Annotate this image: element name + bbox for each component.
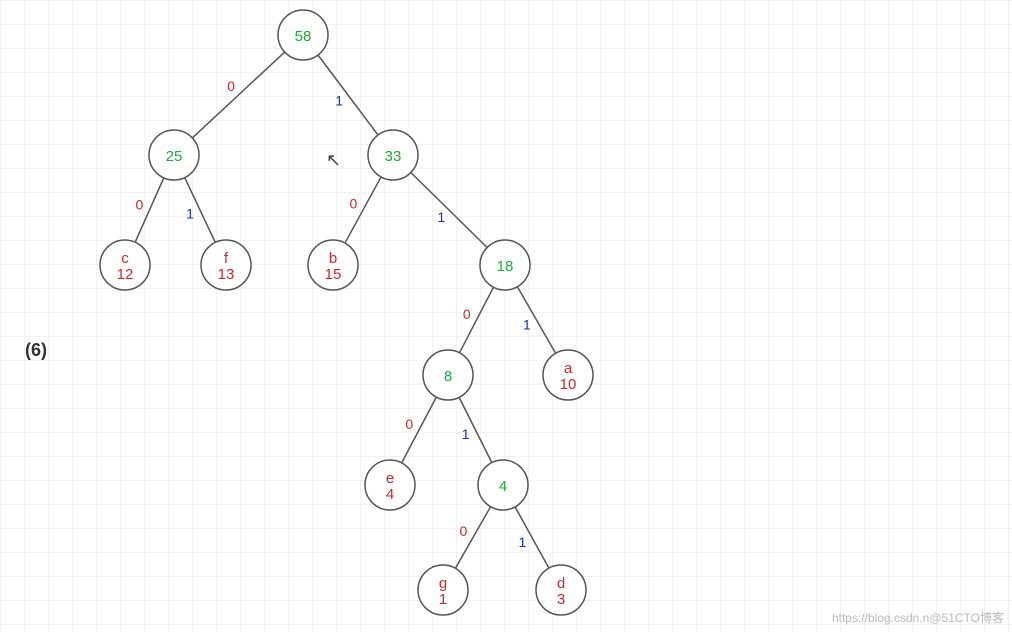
edge-label: 1: [518, 534, 526, 550]
edge-label: 0: [136, 197, 144, 213]
leaf-weight: 13: [218, 266, 235, 283]
leaf-weight: 3: [557, 591, 565, 608]
edge-label: 0: [463, 306, 471, 322]
leaf-weight: 15: [325, 266, 342, 283]
edge-label: 1: [437, 209, 445, 225]
leaf-label: d: [557, 575, 565, 592]
leaf-weight: 10: [560, 376, 577, 393]
edge-label: 0: [405, 416, 413, 432]
leaf-node: a10: [543, 350, 593, 400]
leaf-node: g1: [418, 565, 468, 615]
edge-label: 0: [460, 523, 468, 539]
internal-node: 4: [478, 460, 528, 510]
internal-node: 58: [278, 10, 328, 60]
leaf-weight: 4: [386, 486, 394, 503]
tree-edge: [192, 52, 284, 138]
leaf-weight: 1: [439, 591, 447, 608]
leaf-label: g: [439, 575, 447, 592]
internal-node: 25: [149, 130, 199, 180]
node-value: 33: [385, 148, 402, 165]
tree-edge: [318, 55, 378, 135]
leaf-label: b: [329, 250, 337, 267]
node-value: 58: [295, 28, 312, 45]
leaf-label: c: [121, 250, 129, 267]
leaf-label: a: [564, 360, 573, 377]
node-value: 8: [444, 368, 452, 385]
internal-node: 18: [480, 240, 530, 290]
leaf-node: c12: [100, 240, 150, 290]
edge-label: 1: [523, 316, 531, 332]
leaf-node: f13: [201, 240, 251, 290]
edge-label: 1: [335, 93, 343, 109]
leaf-node: e4: [365, 460, 415, 510]
node-value: 4: [499, 478, 507, 495]
leaf-label: e: [386, 470, 394, 487]
leaf-weight: 12: [117, 266, 134, 283]
edge-label: 1: [186, 206, 194, 222]
node-value: 18: [497, 258, 514, 275]
leaf-node: d3: [536, 565, 586, 615]
huffman-tree-diagram: 010101010101582533c12f13b15188a10e44g1d3: [0, 0, 1012, 632]
edge-label: 1: [462, 426, 470, 442]
internal-node: 33: [368, 130, 418, 180]
edge-label: 0: [349, 196, 357, 212]
edge-label: 0: [227, 78, 235, 94]
tree-edge: [411, 173, 487, 248]
node-value: 25: [166, 148, 183, 165]
internal-node: 8: [423, 350, 473, 400]
leaf-node: b15: [308, 240, 358, 290]
